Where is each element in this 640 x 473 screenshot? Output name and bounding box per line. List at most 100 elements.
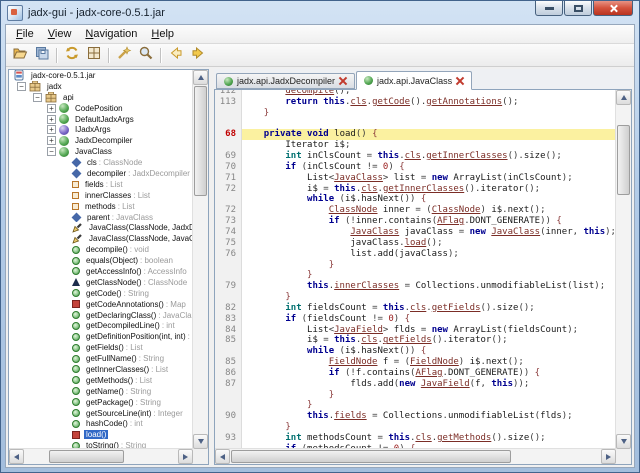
scroll-left-button[interactable] xyxy=(215,449,230,464)
nav-back-button[interactable] xyxy=(165,45,187,65)
scroll-down-button[interactable] xyxy=(193,434,208,449)
code-link[interactable]: getCode xyxy=(372,97,410,107)
tree-horizontal-scrollbar[interactable] xyxy=(9,448,193,464)
menu-navigation[interactable]: Navigation xyxy=(78,26,144,42)
tree-item[interactable]: getFullName() : String xyxy=(9,353,193,364)
code-link[interactable]: JavaField xyxy=(334,325,383,335)
close-button[interactable] xyxy=(593,1,633,16)
scroll-up-button[interactable] xyxy=(193,70,208,85)
code-link[interactable]: cls xyxy=(361,335,377,345)
code-link[interactable]: cls xyxy=(361,184,377,194)
nav-forward-button[interactable] xyxy=(187,45,209,65)
code-link[interactable]: cls xyxy=(415,433,431,443)
scrollbar-thumb[interactable] xyxy=(194,86,207,196)
tree-item[interactable]: getCode() : String xyxy=(9,288,193,299)
tree-item[interactable]: cls : ClassNode xyxy=(9,157,193,168)
tree-item[interactable]: getName() : String xyxy=(9,386,193,397)
tree-item[interactable]: decompiler : JadxDecompiler xyxy=(9,168,193,179)
maximize-button[interactable] xyxy=(564,1,592,16)
scroll-up-button[interactable] xyxy=(616,90,631,105)
code-link[interactable]: AFlag xyxy=(415,368,442,378)
tab-close-icon[interactable] xyxy=(456,77,464,85)
code-link[interactable]: FieldNode xyxy=(329,357,378,367)
menu-file[interactable]: File xyxy=(9,26,41,42)
tree-item[interactable]: +CodePosition xyxy=(9,103,193,114)
open-file-button[interactable] xyxy=(9,45,31,65)
tree-item[interactable]: getFields() : List xyxy=(9,342,193,353)
tree-item[interactable]: getInnerClasses() : List xyxy=(9,364,193,375)
editor-horizontal-scrollbar[interactable] xyxy=(215,448,616,464)
expand-handle[interactable]: + xyxy=(47,115,56,124)
tree-item[interactable]: methods : List xyxy=(9,201,193,212)
code-link[interactable]: getInnerClasses xyxy=(426,151,507,161)
expand-handle[interactable]: + xyxy=(47,104,56,113)
code-link[interactable]: cls xyxy=(350,97,366,107)
code-link[interactable]: cls xyxy=(410,303,426,313)
tree-item[interactable]: +IJadxArgs xyxy=(9,124,193,135)
tree-item[interactable]: +DefaultJadxArgs xyxy=(9,114,193,125)
menu-view[interactable]: View xyxy=(41,26,79,42)
tree-item[interactable]: getAccessInfo() : AccessInfo xyxy=(9,266,193,277)
tree-item[interactable]: hashCode() : int xyxy=(9,419,193,430)
code-link[interactable]: getMethods xyxy=(437,433,491,443)
code-link[interactable]: ClassNode xyxy=(329,205,378,215)
scrollbar-thumb[interactable] xyxy=(49,450,124,463)
tree-item[interactable]: JavaClass(ClassNode, JavaClass) xyxy=(9,233,193,244)
code-link[interactable]: fields xyxy=(334,411,367,421)
code-link[interactable]: FieldNode xyxy=(410,357,459,367)
tab-jadx-api-JadxDecompiler[interactable]: jadx.api.JadxDecompiler xyxy=(216,73,355,89)
tree-item[interactable]: getDefinitionPosition(int, int) : CodePo… xyxy=(9,331,193,342)
code-link[interactable]: cls xyxy=(405,151,421,161)
code-link[interactable]: getInnerClasses xyxy=(383,184,464,194)
tab-jadx-api-JavaClass[interactable]: jadx.api.JavaClass xyxy=(356,71,472,90)
titlebar[interactable]: jadx-gui - jadx-core-0.5.1.jar xyxy=(1,1,639,24)
code-link[interactable]: JavaClass xyxy=(350,227,399,237)
tree-item[interactable]: getCodeAnnotations() : Map xyxy=(9,299,193,310)
tree-vertical-scrollbar[interactable] xyxy=(192,70,208,449)
menu-help[interactable]: Help xyxy=(144,26,181,42)
code-link[interactable]: getAnnotations xyxy=(426,97,502,107)
collapse-handle[interactable]: − xyxy=(33,93,42,102)
collapse-handle[interactable]: − xyxy=(47,147,56,156)
code-link[interactable]: getFields xyxy=(383,335,432,345)
save-all-button[interactable] xyxy=(31,45,53,65)
tree-item[interactable]: parent : JavaClass xyxy=(9,212,193,223)
tree-item[interactable]: innerClasses : List xyxy=(9,190,193,201)
collapse-handle[interactable]: − xyxy=(17,82,26,91)
code-link[interactable]: JavaClass xyxy=(334,173,383,183)
tree-item[interactable]: getPackage() : String xyxy=(9,397,193,408)
tab-close-icon[interactable] xyxy=(339,77,347,85)
code-link[interactable]: JavaClass xyxy=(491,227,540,237)
editor-vertical-scrollbar[interactable] xyxy=(615,90,631,449)
tree-item[interactable]: getMethods() : List xyxy=(9,375,193,386)
scroll-right-button[interactable] xyxy=(601,449,616,464)
tree-item[interactable]: getSourceLine(int) : Integer xyxy=(9,408,193,419)
scroll-down-button[interactable] xyxy=(616,434,631,449)
code-link[interactable]: load xyxy=(405,238,427,248)
code-link[interactable]: ClassNode xyxy=(432,205,481,215)
scrollbar-thumb[interactable] xyxy=(231,450,511,463)
scroll-left-button[interactable] xyxy=(9,449,24,464)
tree-item[interactable]: load() xyxy=(9,429,193,440)
scroll-right-button[interactable] xyxy=(178,449,193,464)
scrollbar-thumb[interactable] xyxy=(617,125,630,195)
deobfuscation-button[interactable] xyxy=(113,45,135,65)
code-link[interactable]: getFields xyxy=(432,303,481,313)
tree-item[interactable]: decompile() : void xyxy=(9,244,193,255)
code-link[interactable]: decompile xyxy=(285,90,334,96)
sync-button[interactable] xyxy=(61,45,83,65)
tree-item[interactable]: getDecompiledLine() : int xyxy=(9,320,193,331)
minimize-button[interactable] xyxy=(535,1,563,16)
tree-item[interactable]: −jadx xyxy=(9,81,193,92)
expand-handle[interactable]: + xyxy=(47,136,56,145)
tree-item[interactable]: −JavaClass xyxy=(9,146,193,157)
tree-item[interactable]: equals(Object) : boolean xyxy=(9,255,193,266)
expand-handle[interactable]: + xyxy=(47,125,56,134)
code-link[interactable]: AFlag xyxy=(437,216,464,226)
tree-item[interactable]: −api xyxy=(9,92,193,103)
code-link[interactable]: JavaField xyxy=(421,379,470,389)
tree-item[interactable]: JavaClass(ClassNode, JadxDecompiler) xyxy=(9,222,193,233)
code-link[interactable]: innerClasses xyxy=(334,281,399,291)
search-button[interactable] xyxy=(135,45,157,65)
tree-item[interactable]: fields : List xyxy=(9,179,193,190)
